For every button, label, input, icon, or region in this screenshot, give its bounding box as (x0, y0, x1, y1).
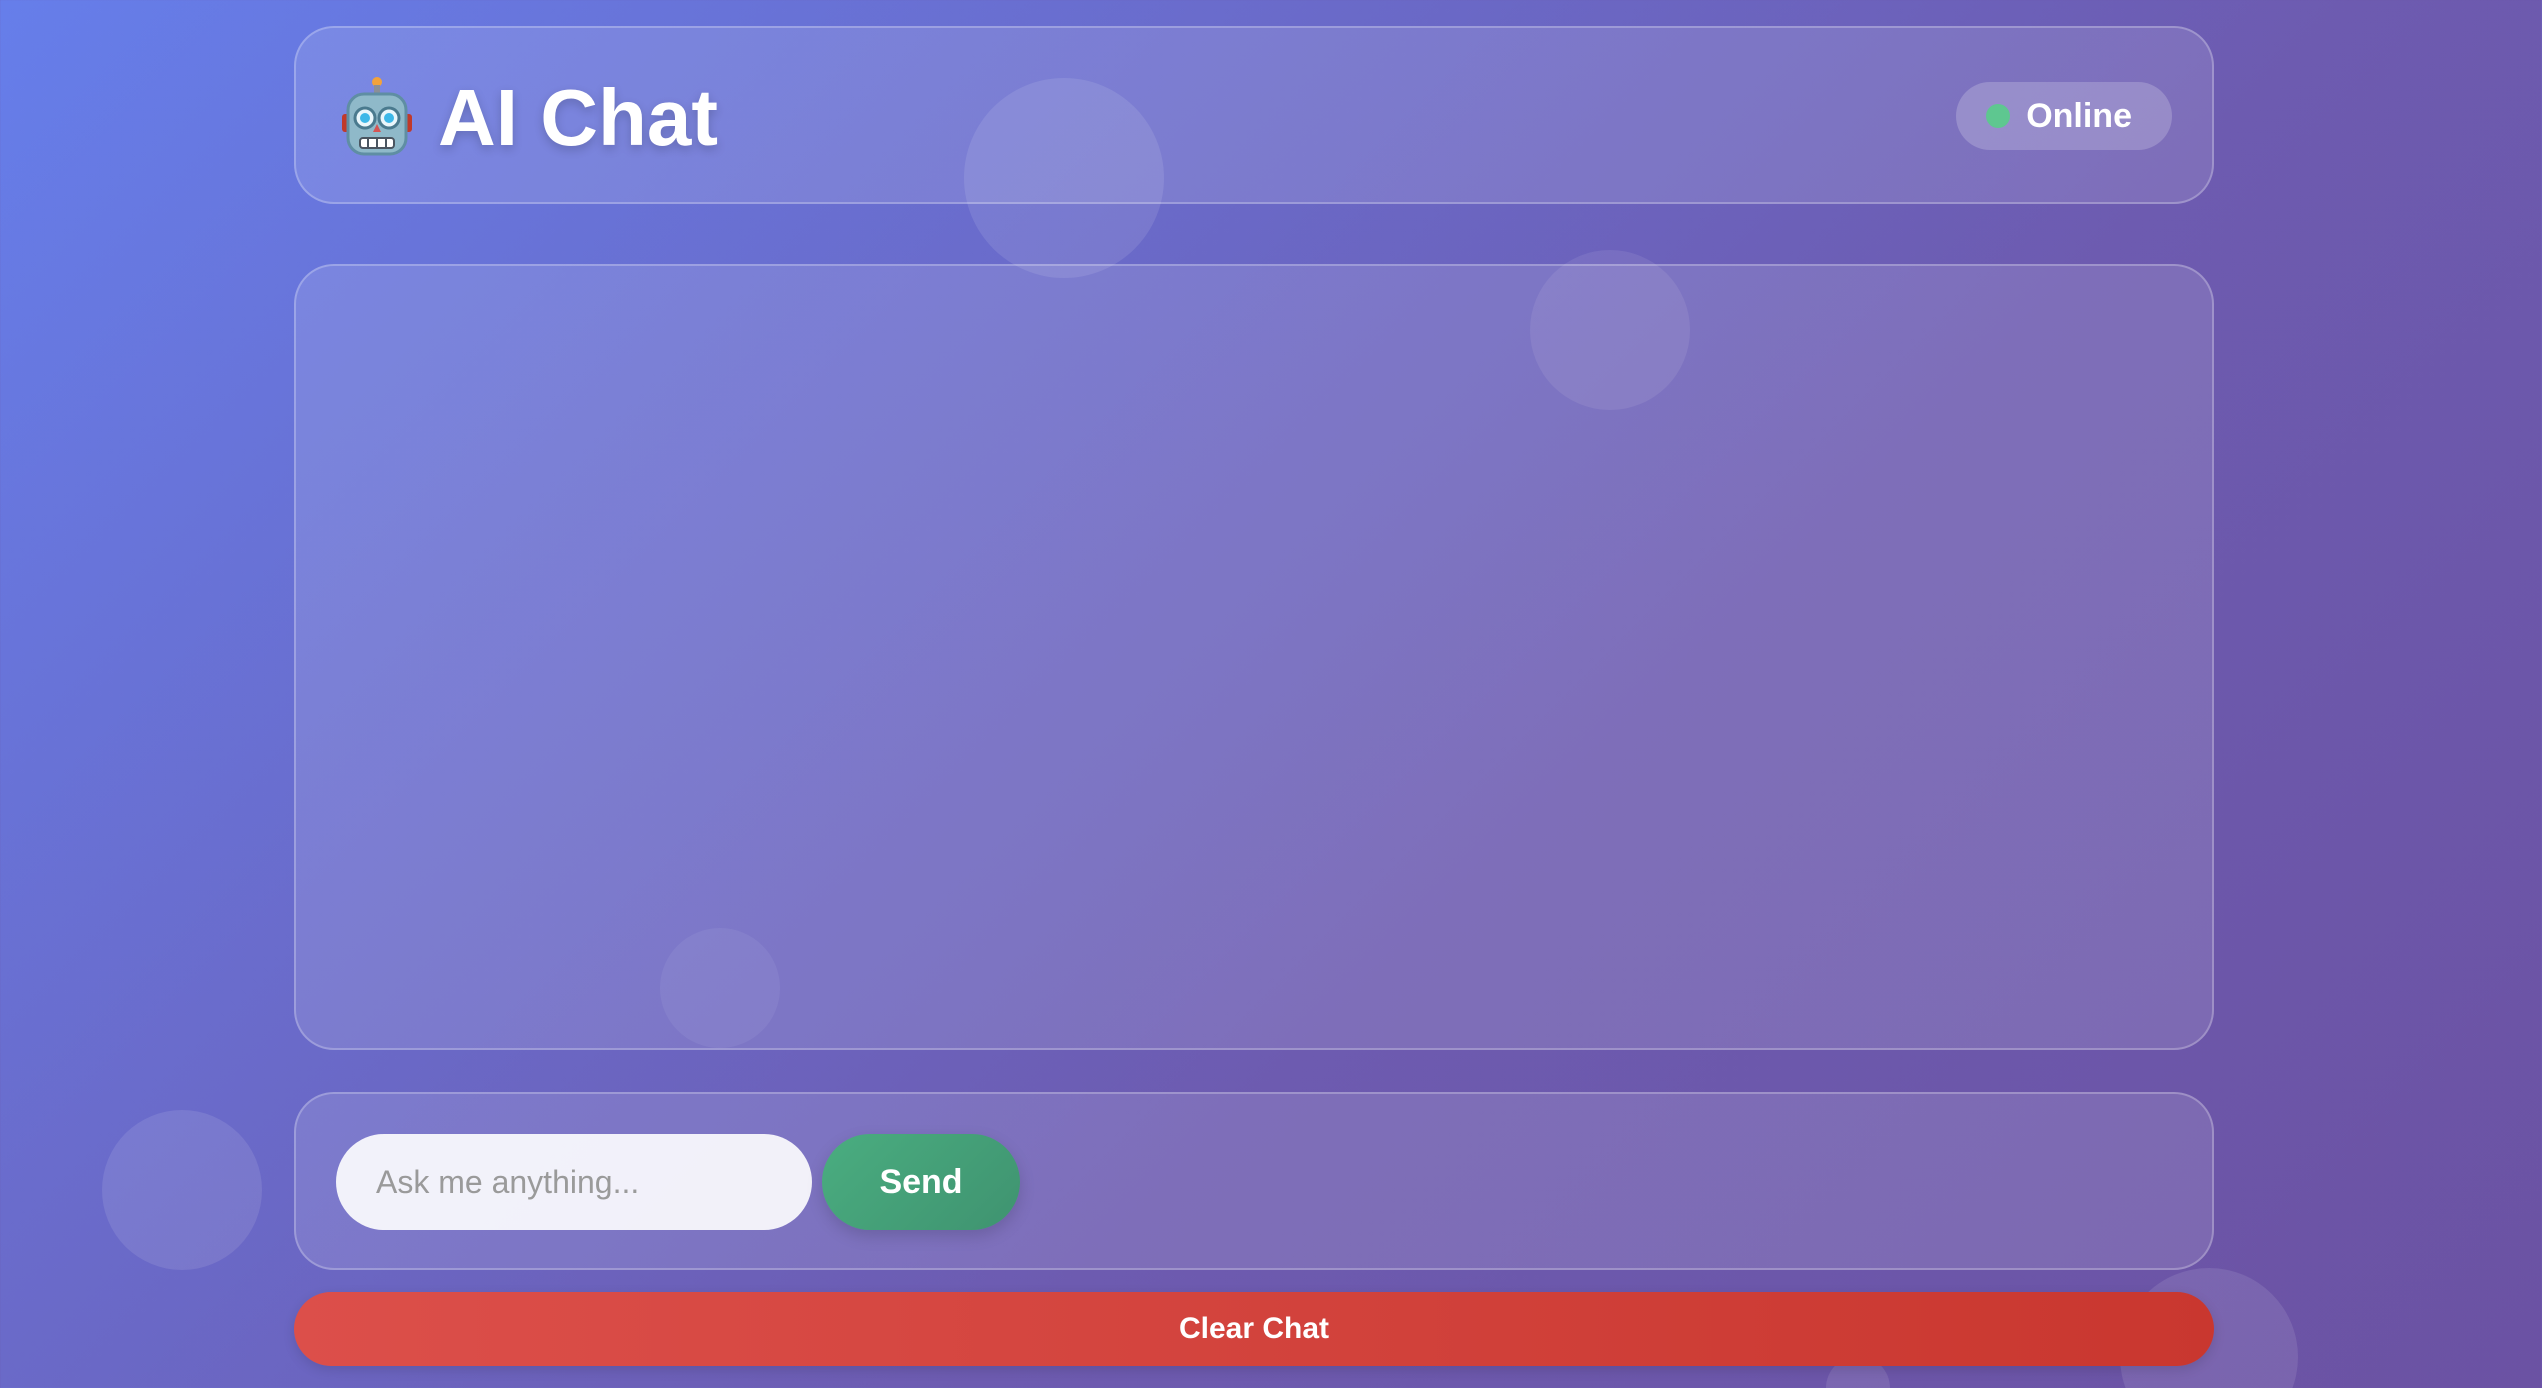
status-label: Online (2026, 96, 2132, 135)
chat-header: AI Chat Online (294, 26, 2214, 204)
send-button[interactable]: Send (822, 1134, 1020, 1230)
robot-face-icon (340, 76, 414, 160)
app-title: AI Chat (438, 73, 718, 162)
status-badge: Online (1956, 82, 2172, 150)
chat-input-bar: Send (294, 1092, 2214, 1270)
message-input[interactable] (336, 1134, 812, 1230)
app-title-group: AI Chat (340, 70, 718, 166)
chat-messages-area[interactable] (294, 264, 2214, 1050)
clear-chat-button[interactable]: Clear Chat (294, 1292, 2214, 1366)
online-indicator-icon (1986, 104, 2011, 128)
decorative-bubble (102, 1110, 262, 1270)
